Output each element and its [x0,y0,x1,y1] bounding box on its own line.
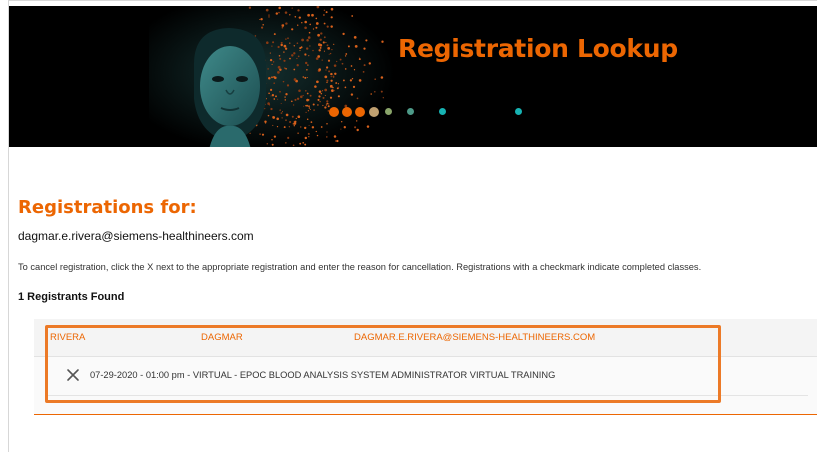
window-left-border [0,0,9,452]
section-title: Registrations for: [18,197,197,218]
results-count: 1 Registrants Found [18,291,125,303]
decorative-dot [407,108,414,115]
decorative-dot [355,107,365,117]
course-registration-row: 07-29-2020 - 01:00 pm - VIRTUAL - EPOC B… [48,357,808,396]
decorative-dot [515,108,522,115]
user-email: dagmar.e.rivera@siemens-healthineers.com [18,229,254,243]
portrait-image [194,28,266,147]
header-banner: Registration Lookup [9,6,817,147]
registrant-last-name: RIVERA [50,332,86,343]
decorative-dot [329,107,339,117]
decorative-dot [342,107,352,117]
decorative-dot [439,108,446,115]
page-title: Registration Lookup [398,34,678,63]
registrant-header-row: RIVERA DAGMAR DAGMAR.E.RIVERA@SIEMENS-HE… [34,319,817,357]
decorative-dot [385,108,392,115]
registrant-results: RIVERA DAGMAR DAGMAR.E.RIVERA@SIEMENS-HE… [34,319,817,415]
window-top-border [0,0,817,1]
decorative-dot [369,107,379,117]
decorative-dots [329,107,549,119]
course-description: 07-29-2020 - 01:00 pm - VIRTUAL - EPOC B… [90,370,556,380]
close-icon[interactable] [65,367,81,383]
registrant-first-name: DAGMAR [201,332,243,343]
instructions-text: To cancel registration, click the X next… [18,262,702,272]
registrant-email: DAGMAR.E.RIVERA@SIEMENS-HEALTHINEERS.COM [354,332,596,343]
